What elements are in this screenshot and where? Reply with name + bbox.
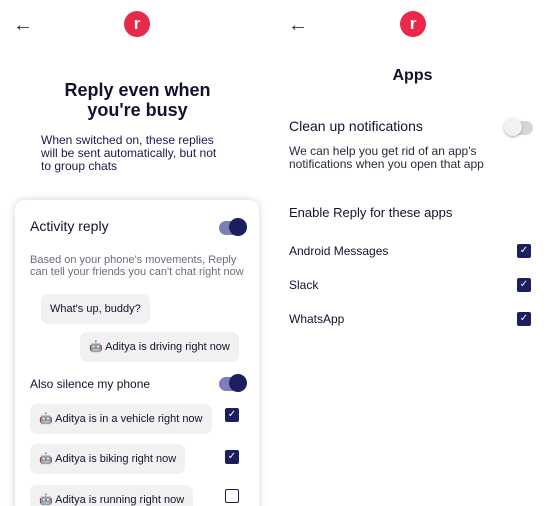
reply-logo-icon: r: [400, 11, 426, 37]
back-arrow-icon[interactable]: ←: [288, 14, 308, 37]
app-name-whatsapp: WhatsApp: [289, 312, 345, 326]
whatsapp-checkbox[interactable]: ✓: [517, 312, 531, 326]
back-arrow-icon[interactable]: ←: [13, 14, 33, 37]
slack-checkbox[interactable]: ✓: [517, 278, 531, 292]
activity-option-running: 🤖 Aditya is running right now: [30, 485, 194, 506]
enable-apps-heading: Enable Reply for these apps: [289, 205, 453, 220]
example-auto-reply: 🤖 Aditya is driving right now: [80, 332, 239, 362]
checkmark-icon: ✓: [519, 313, 529, 324]
activity-option-vehicle: 🤖 Aditya is in a vehicle right now: [30, 404, 212, 434]
clean-up-description-line2: notifications when you open that app: [289, 157, 484, 171]
app-name-slack: Slack: [289, 278, 319, 292]
apps-screen: ← r Apps Clean up notifications We can h…: [275, 0, 550, 506]
android-messages-checkbox[interactable]: ✓: [517, 244, 531, 258]
toggle-knob: [504, 118, 522, 136]
reply-logo-icon: r: [124, 11, 150, 37]
running-checkbox[interactable]: [225, 489, 239, 503]
toggle-knob: [229, 218, 247, 236]
page-headline-line1: Reply even when: [64, 80, 211, 100]
intro-text-line3: to group chats: [41, 159, 118, 173]
checkmark-icon: ✓: [519, 279, 529, 290]
example-incoming-message: What's up, buddy?: [41, 294, 150, 324]
activity-option-biking: 🤖 Aditya is biking right now: [30, 444, 186, 474]
silence-phone-toggle[interactable]: [219, 374, 247, 392]
page-title: Apps: [392, 67, 433, 84]
silence-phone-label: Also silence my phone: [30, 377, 151, 391]
activity-reply-card: Activity reply Based on your phone's mov…: [15, 200, 259, 506]
checkmark-icon: ✓: [227, 451, 237, 462]
activity-reply-title: Activity reply: [30, 218, 109, 234]
biking-checkbox[interactable]: ✓: [225, 450, 239, 464]
checkmark-icon: ✓: [227, 409, 237, 420]
checkmark-icon: ✓: [519, 245, 529, 256]
toggle-knob: [229, 374, 247, 392]
page-headline-line2: you're busy: [87, 100, 188, 120]
app-name-android-messages: Android Messages: [289, 244, 389, 258]
clean-up-notifications-label: Clean up notifications: [289, 118, 423, 134]
activity-reply-toggle[interactable]: [219, 218, 247, 236]
activity-description-line2: can tell your friends you can't chat rig…: [30, 266, 244, 278]
clean-up-notifications-toggle[interactable]: [504, 118, 533, 136]
vehicle-checkbox[interactable]: ✓: [225, 408, 239, 422]
activity-reply-screen: ← r Reply even when you're busy When swi…: [0, 0, 275, 506]
